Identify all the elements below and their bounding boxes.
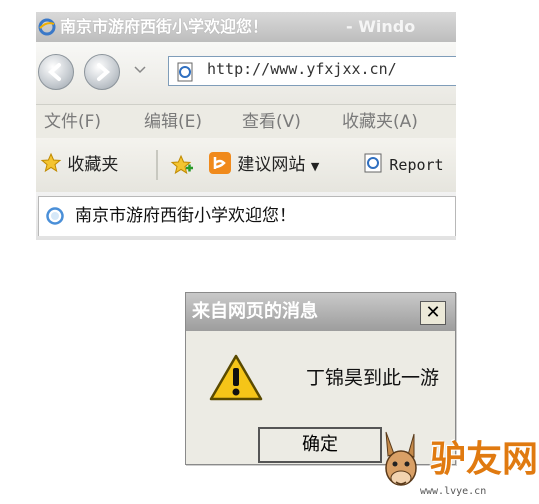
watermark: 驴友网 www.lvye.cn [372,428,539,504]
report-link[interactable]: Report [362,138,444,192]
close-button[interactable]: ✕ [420,301,446,325]
navigation-bar: http://www.yfxjxx.cn/ [36,42,456,104]
tab-active[interactable]: 南京市游府西街小学欢迎您！ [38,196,456,236]
report-label: Report [389,156,444,174]
add-favorite-icon[interactable] [170,154,194,176]
forward-arrow-icon [97,63,111,81]
back-arrow-icon [47,63,61,81]
ok-button[interactable]: 确定 [258,427,382,463]
chevron-down-icon[interactable] [134,66,146,74]
window-title-suffix: - Windo [346,17,416,36]
back-button[interactable] [38,54,74,90]
dialog-title-bar: 来自网页的消息 ✕ [186,293,455,331]
address-bar[interactable]: http://www.yfxjxx.cn/ [168,56,456,86]
address-url: http://www.yfxjxx.cn/ [207,60,397,78]
window-title-bar: 南京市游府西街小学欢迎您！ - Windo [36,12,456,42]
dialog-message: 丁锦昊到此一游 [306,367,440,389]
ie-page-icon [364,153,382,173]
suggested-sites-icon [209,152,231,174]
browser-screenshot: 南京市游府西街小学欢迎您！ - Windo http://www.yfxjxx.… [36,12,456,240]
menu-view[interactable]: 查看(V) [242,105,301,139]
loading-icon [46,207,64,225]
forward-button[interactable] [84,54,120,90]
page-icon [177,62,193,82]
menu-favorites[interactable]: 收藏夹(A) [342,105,418,139]
suggested-sites-dropdown-icon: ▼ [310,160,320,173]
suggested-sites-button[interactable]: 建议网站 ▼ [208,138,319,194]
dialog-title: 来自网页的消息 [192,301,318,322]
menu-edit[interactable]: 编辑(E) [144,105,202,139]
warning-icon [209,354,263,401]
star-icon [40,152,62,173]
watermark-url: www.lvye.cn [420,486,487,497]
window-title: 南京市游府西街小学欢迎您！ [60,17,269,36]
toolbar-divider [156,150,158,180]
favorites-button[interactable]: 收藏夹 [40,138,118,192]
favorites-label: 收藏夹 [67,155,119,175]
tab-bar: 南京市游府西街小学欢迎您！ [36,192,456,240]
favorites-bar: 收藏夹 建议网站 ▼ Report [36,138,456,192]
menu-file[interactable]: 文件(F) [44,105,101,139]
tab-title: 南京市游府西街小学欢迎您！ [75,206,296,226]
close-icon: ✕ [425,302,441,323]
ie-logo-icon [38,18,56,36]
watermark-brand: 驴友网 [430,438,539,480]
menu-bar: 文件(F) 编辑(E) 查看(V) 收藏夹(A) [36,104,456,140]
suggested-sites-label: 建议网站 [237,155,306,175]
